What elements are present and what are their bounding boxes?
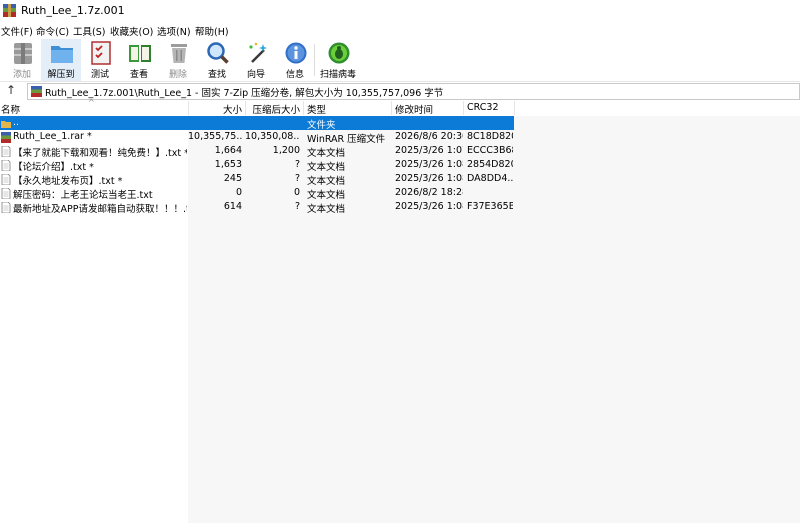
column-header-type[interactable]: 类型 [307, 102, 326, 116]
file-name: .. [13, 117, 20, 128]
toolbar: 添加 解压到 测试 查看 删除 查找 向导 信息 扫描病毒 [0, 38, 800, 81]
add-archive-icon [14, 43, 32, 64]
file-packed-size: ? [294, 159, 300, 170]
file-packed-size: ? [294, 173, 300, 184]
info-icon [285, 42, 307, 64]
magic-wand-icon [249, 42, 267, 63]
path-field[interactable]: Ruth_Lee_1.7z.001\Ruth_Lee_1 - 固实 7-Zip … [27, 83, 800, 100]
file-size: 1,653 [214, 159, 242, 170]
file-modified: 2026/8/2 18:28 [395, 187, 463, 198]
virus-scan-button[interactable]: 扫描病毒 [318, 39, 358, 81]
file-type: 文本文档 [307, 148, 346, 159]
file-crc: 8C18D820 [467, 131, 513, 142]
column-header-name[interactable]: 名称 [1, 102, 20, 116]
address-bar: ↑ Ruth_Lee_1.7z.001\Ruth_Lee_1 - 固实 7-Zi… [0, 81, 800, 102]
file-row[interactable]: 解压密码：上老王论坛当老王.txt 0 0 文本文档 2026/8/2 18:28 [0, 186, 514, 201]
file-modified: 2025/3/26 1:08 [395, 159, 463, 170]
file-crc: F37E365B [467, 201, 513, 212]
file-packed-size: ? [294, 201, 300, 212]
magnifier-icon [207, 42, 229, 64]
file-modified: 2026/8/6 20:30 [395, 131, 463, 142]
menu-tools[interactable]: 工具(S) [73, 24, 105, 38]
column-header-packed[interactable]: 压缩后大小 [245, 102, 300, 116]
column-divider[interactable] [514, 101, 515, 115]
file-name: 最新地址及APP请发邮箱自动获取！！！.tx... [13, 204, 187, 215]
file-row[interactable]: 【论坛介绍】.txt * 1,653? 文本文档 2025/3/26 1:08 2854… [0, 158, 514, 173]
file-type: 文本文档 [307, 162, 346, 173]
window-title: Ruth_Lee_1.7z.001 [21, 4, 125, 17]
file-row[interactable]: .. 文件夹 [0, 116, 514, 131]
path-text: Ruth_Lee_1.7z.001\Ruth_Lee_1 - 固实 7-Zip … [45, 88, 444, 99]
file-packed-size: 1,200 [272, 145, 300, 156]
file-row[interactable]: 【来了就能下载和观看！纯免费！】.txt * 1,664 1,200 文本文档 2025… [0, 144, 514, 159]
file-modified: 2025/3/26 1:08 [395, 173, 463, 184]
file-crc: ECCC3B68 [467, 145, 513, 156]
winrar-app-icon [3, 4, 16, 17]
column-header-crc[interactable]: CRC32 [467, 102, 498, 113]
book-view-icon [129, 45, 151, 62]
file-row[interactable]: 【永久地址发布页】.txt * 245? 文本文档 2025/3/26 1:08 DA8… [0, 172, 514, 187]
column-header-size[interactable]: 大小 [188, 102, 242, 116]
file-size: 245 [223, 173, 242, 184]
info-button[interactable]: 信息 [275, 39, 315, 81]
column-divider[interactable] [303, 101, 304, 115]
file-name: 【来了就能下载和观看！纯免费！】.txt * [13, 148, 187, 159]
menu-bar: 文件(F) 命令(C) 工具(S) 收藏夹(O) 选项(N) 帮助(H) [0, 23, 800, 38]
file-size: 614 [223, 201, 242, 212]
file-type: 文件夹 [307, 120, 336, 131]
menu-file[interactable]: 文件(F) [1, 24, 33, 38]
file-name: 【论坛介绍】.txt * [13, 162, 94, 173]
column-divider[interactable] [391, 101, 392, 115]
file-size: 10,355,75... [188, 131, 242, 142]
file-row[interactable]: 最新地址及APP请发邮箱自动获取！！！.tx... 614? 文本文档 2025/3/… [0, 200, 514, 215]
column-header-row: 名称 ^ 大小 压缩后大小 类型 修改时间 CRC32 [0, 98, 800, 116]
file-crc: 2854D820 [467, 159, 513, 170]
menu-commands[interactable]: 命令(C) [36, 24, 69, 38]
folder-extract-icon [51, 46, 73, 63]
file-crc: DA8DD4... [467, 173, 513, 184]
archive-path-icon [31, 86, 42, 97]
file-modified: 2025/3/26 1:08 [395, 201, 463, 212]
up-arrow-icon[interactable]: ↑ [6, 83, 16, 97]
file-row[interactable]: Ruth_Lee_1.rar * 10,355,75... 10,350,08...… [0, 130, 514, 145]
menu-favorites[interactable]: 收藏夹(O) [110, 24, 153, 38]
file-type: 文本文档 [307, 204, 346, 215]
checklist-icon [91, 41, 111, 65]
file-type: 文本文档 [307, 190, 346, 201]
file-size: 1,664 [214, 145, 242, 156]
menu-help[interactable]: 帮助(H) [195, 24, 229, 38]
file-name: 解压密码：上老王论坛当老王.txt [13, 190, 153, 201]
menu-options[interactable]: 选项(N) [157, 24, 191, 38]
column-divider[interactable] [463, 101, 464, 115]
file-packed-size: 10,350,08... [245, 131, 300, 142]
trash-icon [171, 44, 187, 63]
virus-scan-icon [328, 42, 350, 64]
file-packed-size: 0 [293, 187, 300, 198]
title-bar: Ruth_Lee_1.7z.001 [0, 0, 800, 22]
virus-scan-label: 扫描病毒 [319, 70, 356, 80]
column-header-modified[interactable]: 修改时间 [395, 102, 433, 116]
file-modified: 2025/3/26 1:07 [395, 145, 463, 156]
file-list: 名称 ^ 大小 压缩后大小 类型 修改时间 CRC32 .. 文件夹 Ruth_Le… [0, 98, 800, 523]
file-size: 0 [235, 187, 242, 198]
sort-ascending-icon: ^ [88, 98, 95, 107]
file-name: 【永久地址发布页】.txt * [13, 176, 123, 187]
file-type: 文本文档 [307, 176, 346, 187]
file-name: Ruth_Lee_1.rar * [13, 131, 92, 142]
file-type: WinRAR 压缩文件 [307, 134, 386, 145]
